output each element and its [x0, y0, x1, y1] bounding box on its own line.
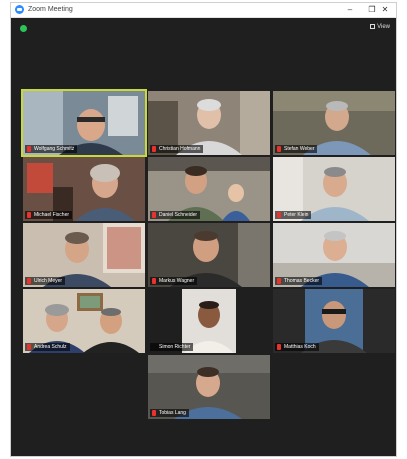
muted-mic-icon — [277, 212, 281, 218]
muted-mic-icon — [152, 146, 156, 152]
muted-mic-icon — [152, 410, 156, 416]
participant-name: Peter Klein — [275, 211, 312, 219]
participant-name: Stefan Weber — [275, 145, 318, 153]
zoom-app-icon — [15, 5, 24, 14]
muted-mic-icon — [277, 344, 281, 350]
view-toggle[interactable]: View — [370, 23, 390, 31]
participant-tile[interactable]: Stefan Weber — [273, 91, 395, 155]
participant-tile[interactable]: Matthias Koch — [273, 289, 395, 353]
muted-mic-icon — [152, 278, 156, 284]
participant-name: Wolfgang Schmitz — [25, 145, 78, 153]
zoom-window: Zoom Meeting – ❐ ✕ View Wolfgang Schmitz… — [11, 3, 396, 456]
close-button[interactable]: ✕ — [374, 3, 396, 17]
participant-name: Simon Richter — [150, 343, 194, 351]
participant-name: Christian Hofmann — [150, 145, 204, 153]
participant-name: Ulrich Meyer — [25, 277, 66, 285]
participant-name: Daniel Schneider — [150, 211, 201, 219]
participant-tile[interactable]: Simon Richter — [148, 289, 270, 353]
participant-tile[interactable]: Michael Fischer — [23, 157, 145, 221]
participant-name: Markus Wagner — [150, 277, 198, 285]
muted-mic-icon — [27, 212, 31, 218]
muted-mic-icon — [152, 212, 156, 218]
title-bar: Zoom Meeting – ❐ ✕ — [11, 3, 396, 18]
participant-name: Matthias Koch — [275, 343, 319, 351]
participant-tile[interactable]: Wolfgang Schmitz — [23, 91, 145, 155]
participant-name: Tobias Lang — [150, 409, 189, 417]
view-toggle-label: View — [377, 24, 390, 30]
muted-mic-icon — [27, 278, 31, 284]
shield-icon[interactable] — [20, 25, 27, 32]
participant-tile[interactable]: Tobias Lang — [148, 355, 270, 419]
participant-tile[interactable]: Thomas Becker — [273, 223, 395, 287]
participant-name: Andrea Schulz — [25, 343, 70, 351]
participant-tile[interactable]: Markus Wagner — [148, 223, 270, 287]
participant-name: Thomas Becker — [275, 277, 323, 285]
participant-tile[interactable]: Daniel Schneider — [148, 157, 270, 221]
participant-tile[interactable]: Christian Hofmann — [148, 91, 270, 155]
window-title: Zoom Meeting — [28, 6, 73, 13]
participant-tile[interactable]: Ulrich Meyer — [23, 223, 145, 287]
muted-mic-icon — [277, 278, 281, 284]
grid-icon — [370, 24, 376, 29]
muted-mic-icon — [277, 146, 281, 152]
minimize-button[interactable]: – — [339, 3, 361, 17]
muted-mic-icon — [27, 146, 31, 152]
participant-tile[interactable]: Peter Klein — [273, 157, 395, 221]
participant-name: Michael Fischer — [25, 211, 73, 219]
muted-mic-icon — [27, 344, 31, 350]
participant-tile[interactable]: Andrea Schulz — [23, 289, 145, 353]
